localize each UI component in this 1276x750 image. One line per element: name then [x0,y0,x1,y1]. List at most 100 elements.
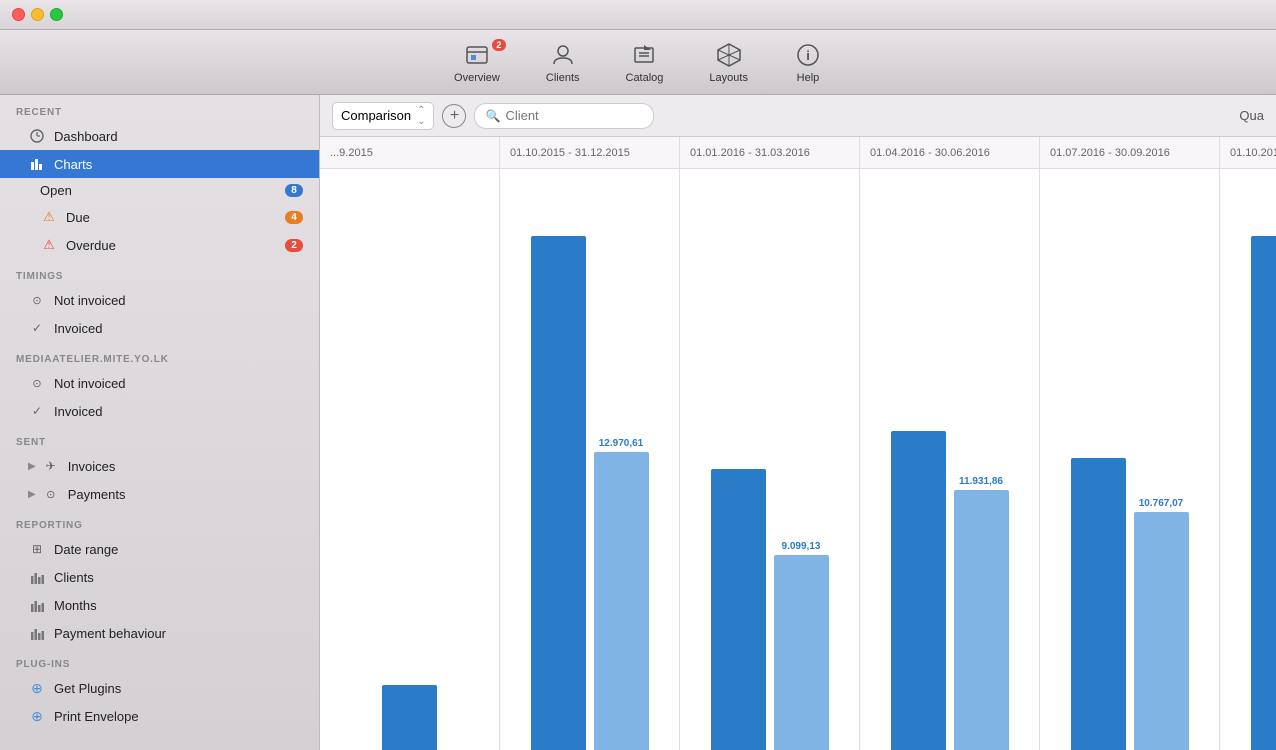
overview-icon [463,41,491,69]
date-range-label: Date range [54,542,303,557]
light-bar-value-col1: 12.970,61 [599,438,644,449]
add-filter-button[interactable]: + [442,104,466,128]
content: Comparison ⌃⌄ + 🔍 Qua ...9.2015767,0701.… [320,95,1276,750]
charts-icon [28,155,46,173]
sidebar-item-charts[interactable]: Charts [0,150,319,178]
dark-bar-container-col1: 17.587,92 [531,179,586,750]
sidebar-item-overdue[interactable]: ⚠ Overdue 2 [0,231,319,259]
sidebar-item-date-range[interactable]: ⊞ Date range [0,535,319,563]
sidebar-item-not-invoiced-t[interactable]: ⊙ Not invoiced [0,286,319,314]
bar-group-col3: 13.897,9611.931,86 [891,179,1009,750]
toolbar-item-catalog[interactable]: Catalog [618,37,672,88]
dark-bar-value-col1: 17.587,92 [536,222,581,233]
section-sent: SENT [0,425,319,452]
dark-bar-value-col3: 13.897,96 [896,417,941,428]
comparison-dropdown[interactable]: Comparison ⌃⌄ [332,102,434,130]
help-label: Help [797,72,820,84]
sidebar-item-invoiced-m[interactable]: ✓ Invoiced [0,397,319,425]
date-range-icon: ⊞ [28,540,46,558]
dark-bar-col1 [531,236,586,750]
bar-group-col1: 17.587,92 12.970,61 [531,179,649,750]
dark-bar-container-col3: 13.897,96 [891,179,946,750]
not-invoiced-t-icon: ⊙ [28,291,46,309]
maximize-button[interactable] [50,8,63,21]
dashboard-label: Dashboard [54,129,303,144]
chart-col-header-col5: 01.10.2016 - 31... [1220,137,1276,169]
catalog-icon [630,41,658,69]
print-envelope-label: Print Envelope [54,709,303,724]
main: RECENT Dashboard Charts Open 8 ⚠ Due 4 ⚠ [0,95,1276,750]
chart-col-header-col1: 01.10.2015 - 31.12.2015 [500,137,679,169]
open-label: Open [40,183,285,198]
charts-label: Charts [54,157,303,172]
due-icon: ⚠ [40,208,58,226]
sidebar-item-invoiced-t[interactable]: ✓ Invoiced [0,314,319,342]
dark-bar-col5 [1251,236,1276,750]
invoiced-m-label: Invoiced [54,404,303,419]
toolbar-item-overview[interactable]: 2 Overview [446,37,508,88]
light-bar-value-col2: 9.099,13 [782,541,821,552]
chart-column-col3: 01.04.2016 - 30.06.201613.897,9611.931,8… [860,137,1040,750]
traffic-lights [12,8,63,21]
close-button[interactable] [12,8,25,21]
chart-columns-wrapper: ...9.2015767,0701.10.2015 - 31.12.2015 17… [320,137,1276,750]
light-bar-container-col2: 9.099,13 [774,179,829,750]
search-box: 🔍 [474,103,654,129]
layouts-label: Layouts [709,72,748,84]
help-icon: i [794,41,822,69]
bar-group-col5: 17.587,926.5... [1251,179,1276,750]
invoiced-t-icon: ✓ [28,319,46,337]
sidebar-item-get-plugins[interactable]: ⊕ Get Plugins [0,674,319,702]
open-badge: 8 [285,184,303,197]
light-bar-col2 [774,555,829,750]
chart-area: ...9.2015767,0701.10.2015 - 31.12.2015 17… [320,137,1276,750]
toolbar-item-clients[interactable]: Clients [538,37,588,88]
sidebar-item-open[interactable]: Open 8 [0,178,319,203]
dark-bar-container-col2: 12.327,86 [711,179,766,750]
bar-group-col0: 767,07 [382,179,437,750]
section-mediaatelier: MEDIAATELIER.MITE.YO.LK [0,342,319,369]
chart-col-body-col0: 767,07 [320,169,499,750]
clients-r-icon [28,568,46,586]
sidebar-item-months[interactable]: Months [0,591,319,619]
comparison-label: Comparison [341,108,411,123]
sidebar-item-payments[interactable]: ▶ ⊙ Payments [0,480,319,508]
toolbar-item-help[interactable]: i Help [786,37,830,88]
dark-bar-col4 [1071,458,1126,750]
client-search-input[interactable] [505,108,625,123]
chart-col-body-col4: 12.737,8510.767,07 [1040,169,1219,750]
overview-label: Overview [454,72,500,84]
chart-col-body-col1: 17.587,92 12.970,61 [500,169,679,750]
payments-arrow: ▶ [28,489,36,500]
chart-col-header-col4: 01.07.2016 - 30.09.2016 [1040,137,1219,169]
sidebar-item-invoices[interactable]: ▶ ✈ Invoices [0,452,319,480]
sidebar-item-print-envelope[interactable]: ⊕ Print Envelope [0,702,319,730]
minimize-button[interactable] [31,8,44,21]
chart-column-col0: ...9.2015767,07 [320,137,500,750]
dark-bar-value-col2: 12.327,86 [716,455,761,466]
not-invoiced-m-label: Not invoiced [54,376,303,391]
overdue-icon: ⚠ [40,236,58,254]
sidebar-item-dashboard[interactable]: Dashboard [0,122,319,150]
sidebar-item-not-invoiced-m[interactable]: ⊙ Not invoiced [0,369,319,397]
invoiced-t-label: Invoiced [54,321,303,336]
clients-label: Clients [546,72,580,84]
bar-group-col2: 12.327,86 9.099,13 [711,179,829,750]
payments-icon: ⊙ [42,485,60,503]
not-invoiced-m-icon: ⊙ [28,374,46,392]
sidebar-item-payment-behaviour[interactable]: Payment behaviour [0,619,319,647]
chart-column-col2: 01.01.2016 - 31.03.201612.327,869.099,13 [680,137,860,750]
dark-bar-col3 [891,431,946,750]
due-label: Due [66,210,285,225]
get-plugins-label: Get Plugins [54,681,303,696]
payments-label: Payments [68,487,303,502]
chart-column-col4: 01.07.2016 - 30.09.201612.737,8510.767,0… [1040,137,1220,750]
sidebar: RECENT Dashboard Charts Open 8 ⚠ Due 4 ⚠ [0,95,320,750]
chart-column-col1: 01.10.2015 - 31.12.2015 17.587,92 12.970,6… [500,137,680,750]
sidebar-item-clients-r[interactable]: Clients [0,563,319,591]
overview-badge: 2 [492,39,506,51]
dark-bar-container-col0: 767,07 [382,179,437,750]
sidebar-item-due[interactable]: ⚠ Due 4 [0,203,319,231]
filterbar: Comparison ⌃⌄ + 🔍 Qua [320,95,1276,137]
toolbar-item-layouts[interactable]: Layouts [701,37,756,88]
